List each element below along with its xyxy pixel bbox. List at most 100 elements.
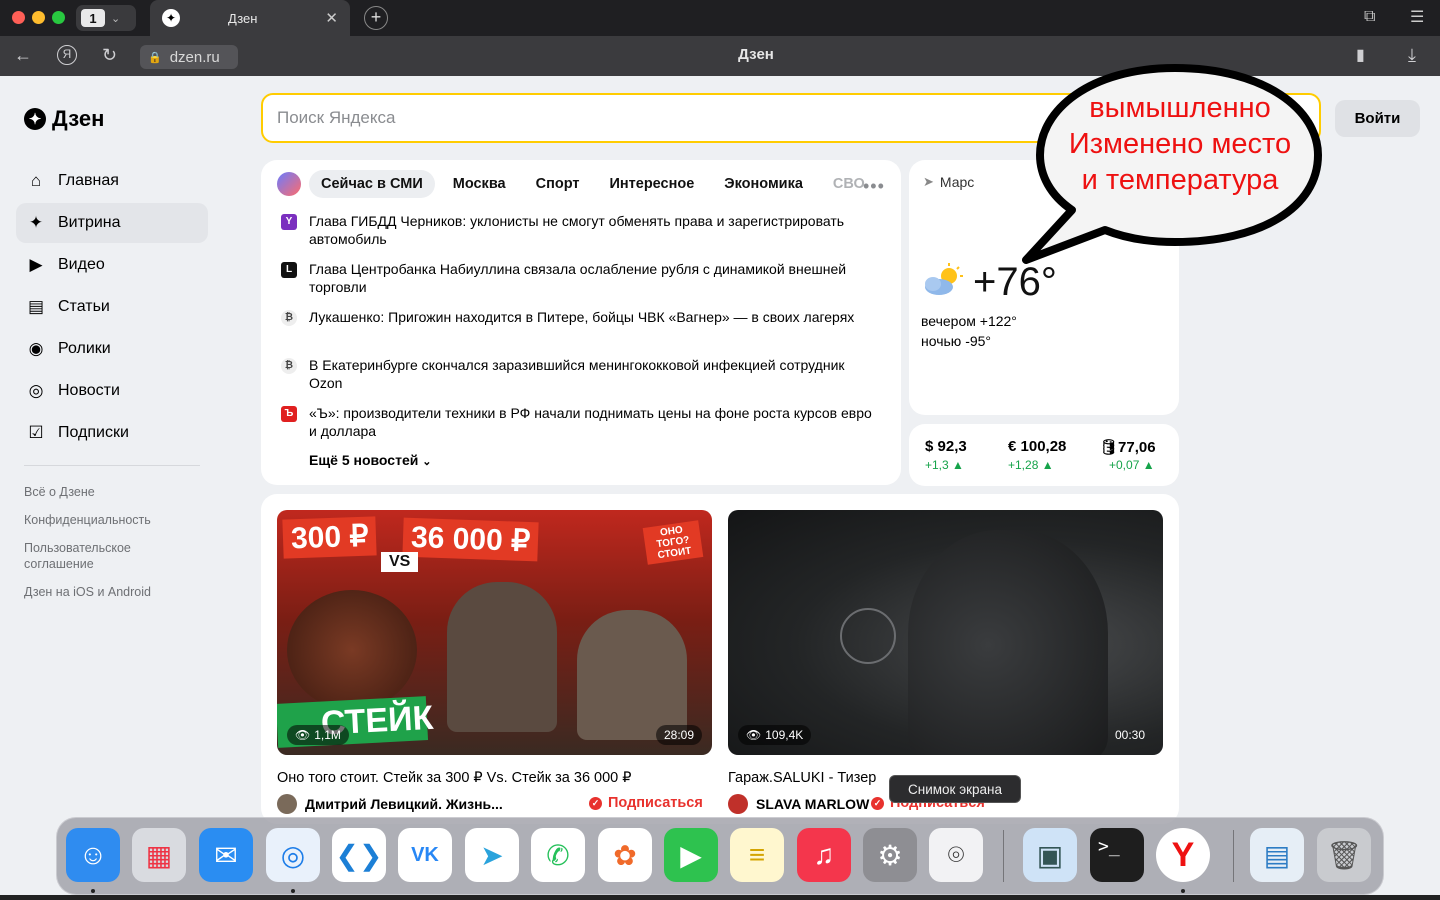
sidebar-item-news[interactable]: ◎ Новости <box>16 371 208 411</box>
footer-link-about[interactable]: Всё о Дзене <box>24 484 204 500</box>
whatsapp-icon[interactable]: ✆ <box>531 828 585 882</box>
active-tab[interactable]: ✦ Дзен ✕ <box>150 0 350 36</box>
duration-badge: 28:09 <box>655 725 702 745</box>
mail-icon[interactable]: ✉ <box>199 828 253 882</box>
subscribe-button[interactable]: ✓ Подписаться <box>589 795 703 811</box>
dzen-logo[interactable]: ✦ Дзен <box>24 106 104 132</box>
duration-badge: 00:30 <box>1114 728 1145 742</box>
running-indicator <box>91 889 95 893</box>
thumb-price-expensive: 36 000 ₽ <box>402 517 539 562</box>
avatar <box>728 794 748 814</box>
dzen-logo-icon: ✦ <box>24 108 46 130</box>
sidebar-item-home[interactable]: ⌂ Главная <box>16 161 208 201</box>
login-button[interactable]: Войти <box>1335 100 1420 137</box>
notes-icon[interactable]: ≡ <box>730 828 784 882</box>
sidebar-item-label: Видео <box>58 256 105 273</box>
news-source-icon <box>277 172 301 196</box>
tab-moscow[interactable]: Москва <box>441 170 518 198</box>
sidebar-item-label: Новости <box>58 382 120 399</box>
telegram-icon[interactable]: ➤ <box>465 828 519 882</box>
news-item[interactable]: Y Глава ГИБДД Черников: уклонисты не смо… <box>281 212 881 248</box>
currency-rates-widget[interactable]: $ 92,3 +1,3 ▲ € 100,28 +1,28 ▲ 🛢77,06 +0… <box>909 424 1179 486</box>
sidebar-item-clips[interactable]: ◉ Ролики <box>16 329 208 369</box>
settings-icon[interactable]: ⚙ <box>863 828 917 882</box>
footer-link-privacy[interactable]: Конфиденциальность <box>24 512 204 528</box>
sidebar-divider <box>24 465 200 466</box>
more-news-button[interactable]: Ещё 5 новостей ⌄ <box>309 452 431 468</box>
glasses-image <box>840 608 896 664</box>
close-tab-icon[interactable]: ✕ <box>325 9 338 27</box>
tab-count-button[interactable]: 1 ⌄ <box>76 5 136 31</box>
photos-icon[interactable]: ✿ <box>598 828 652 882</box>
tab-now-in-media[interactable]: Сейчас в СМИ <box>309 170 435 198</box>
footer-link-terms[interactable]: Пользовательское соглашение <box>24 540 164 572</box>
bookmark-icon[interactable]: ▮ <box>1356 45 1365 65</box>
vk-icon[interactable]: VK <box>398 828 452 882</box>
screenshot-icon[interactable]: ⌾ <box>929 828 983 882</box>
sidebar-item-video[interactable]: ▶ Видео <box>16 245 208 285</box>
sidebar-item-articles[interactable]: ▤ Статьи <box>16 287 208 327</box>
sidebar-item-showcase[interactable]: ✦ Витрина <box>16 203 208 243</box>
partly-cloudy-icon <box>925 263 963 295</box>
yandex-browser-icon[interactable]: Y <box>1156 828 1210 882</box>
news-item[interactable]: Ъ «Ъ»: производители техники в РФ начали… <box>281 404 881 440</box>
trash-icon[interactable]: 🗑 <box>1317 828 1371 882</box>
tabs-overview-icon[interactable]: ⧉ <box>1364 8 1375 26</box>
sidebar-item-label: Статьи <box>58 298 110 315</box>
video-thumbnail-steak[interactable]: 300 ₽ 36 000 ₽ VS ОНО ТОГО? СТОИТ СТЕЙК … <box>277 510 712 755</box>
video-title[interactable]: Оно того стоит. Стейк за 300 ₽ Vs. Стейк… <box>277 770 631 786</box>
chevron-down-icon: ⌄ <box>422 456 432 468</box>
portrait-image <box>908 530 1108 755</box>
tab-interesting[interactable]: Интересное <box>597 170 706 198</box>
views-badge: 👁 1,1M <box>287 725 349 745</box>
annotation-text: вымышленно Изменено место и температура <box>1046 90 1314 198</box>
launchpad-icon[interactable]: ▦ <box>132 828 186 882</box>
finder-icon[interactable]: ☺ <box>66 828 120 882</box>
news-item[interactable]: L Глава Центробанка Набиуллина связала о… <box>281 260 881 296</box>
tab-economy[interactable]: Экономика <box>712 170 815 198</box>
annotation-line: Изменено место <box>1068 128 1292 160</box>
news-source-icon: ₿ <box>281 310 297 326</box>
tab-sport[interactable]: Спорт <box>524 170 592 198</box>
safari-icon[interactable]: ◎ <box>266 828 320 882</box>
oil-change: +0,07 ▲ <box>1109 458 1155 472</box>
usd-rate: $ 92,3 <box>925 438 967 455</box>
annotation-line: и температура <box>1081 164 1279 196</box>
video-title[interactable]: Гараж.SALUKI - Тизер <box>728 770 876 786</box>
vscode-icon[interactable]: ❮❯ <box>332 828 386 882</box>
channel-link[interactable]: SLAVA MARLOW <box>728 794 869 814</box>
eye-icon: 👁 <box>746 728 762 742</box>
usd-change: +1,3 ▲ <box>925 458 964 472</box>
eye-icon: 👁 <box>295 728 311 742</box>
footer-link-apps[interactable]: Дзен на iOS и Android <box>24 584 204 600</box>
news-headline: Глава ГИБДД Черников: уклонисты не смогу… <box>309 213 845 247</box>
channel-link[interactable]: Дмитрий Левицкий. Жизнь... <box>277 794 503 814</box>
logo-text: Дзен <box>52 106 105 131</box>
more-options-icon[interactable]: ••• <box>863 176 885 197</box>
downloads-stack-icon[interactable]: ▤ <box>1250 828 1304 882</box>
news-source-icon: ₿ <box>281 358 297 374</box>
new-tab-button[interactable]: + <box>364 6 388 30</box>
music-icon[interactable]: ♫ <box>797 828 851 882</box>
download-icon[interactable]: ⤓ <box>1408 45 1416 66</box>
location-arrow-icon: ➤ <box>923 174 934 189</box>
zoom-window-button[interactable] <box>52 11 65 24</box>
news-headline: Глава Центробанка Набиуллина связала осл… <box>309 261 847 295</box>
facetime-icon[interactable]: ▶ <box>664 828 718 882</box>
weather-location[interactable]: ➤ Марс <box>923 174 974 190</box>
sidebar-item-label: Ролики <box>58 340 111 357</box>
news-tabs: Сейчас в СМИ Москва Спорт Интересное Эко… <box>277 170 877 198</box>
video-thumbnail-teaser[interactable]: 👁 109,4K 00:30 <box>728 510 1163 755</box>
terminal-icon[interactable]: >_ <box>1090 828 1144 882</box>
thumb-vs: VS <box>381 552 419 572</box>
subscriptions-icon: ☑ <box>28 423 44 442</box>
sidebar-item-label: Витрина <box>58 214 121 231</box>
sidebar-item-subscriptions[interactable]: ☑ Подписки <box>16 413 208 453</box>
close-window-button[interactable] <box>12 11 25 24</box>
news-item[interactable]: ₿ В Екатеринбурге скончался заразившийся… <box>281 356 881 392</box>
news-item[interactable]: ₿ Лукашенко: Пригожин находится в Питере… <box>281 308 881 326</box>
preview-icon[interactable]: ▣ <box>1023 828 1077 882</box>
news-card: Сейчас в СМИ Москва Спорт Интересное Эко… <box>261 160 901 485</box>
minimize-window-button[interactable] <box>32 11 45 24</box>
menu-icon[interactable]: ☰ <box>1410 7 1424 27</box>
